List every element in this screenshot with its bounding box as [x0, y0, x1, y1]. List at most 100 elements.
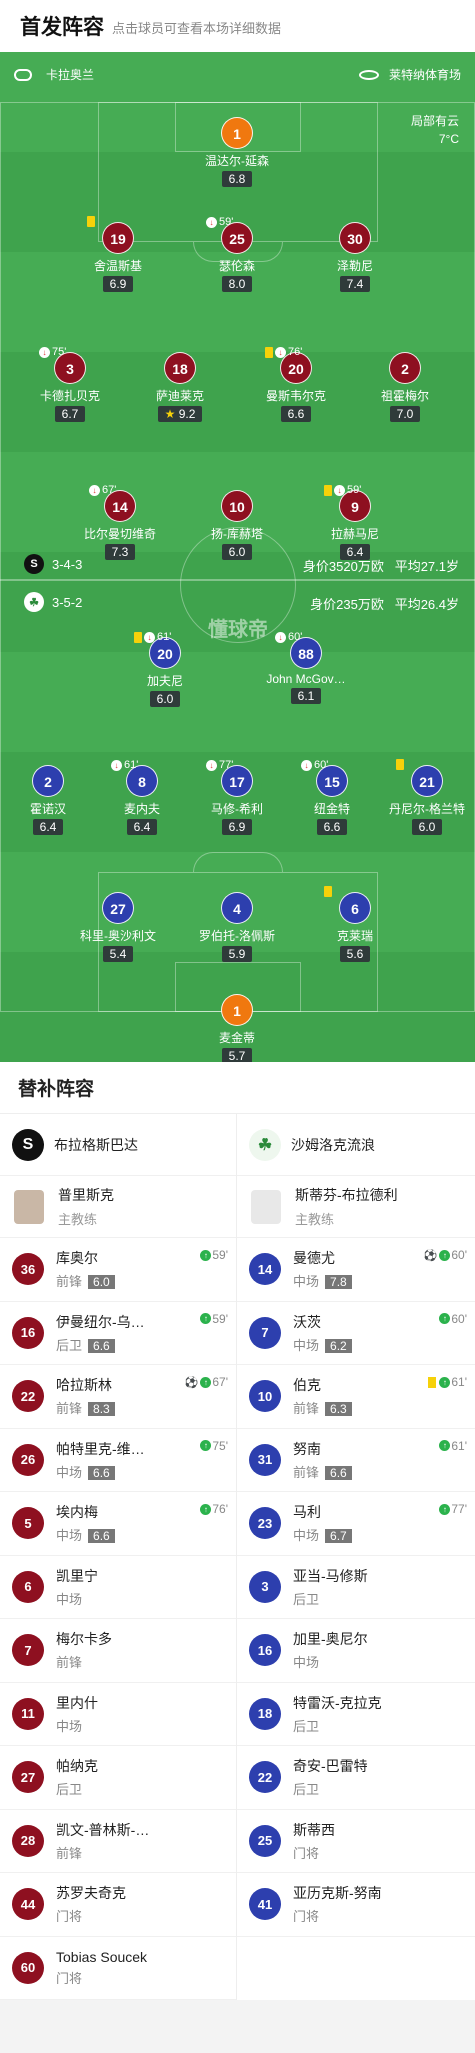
- player-away[interactable]: 21 丹尼尔-格兰特 6.0: [372, 759, 475, 836]
- player-home[interactable]: 18 萨迪莱克 ★ 9.2: [125, 352, 235, 423]
- sub-player-row[interactable]: 22 奇安-巴雷特 后卫: [237, 1746, 475, 1810]
- player-number: 19: [102, 222, 134, 254]
- player-name: 曼斯韦尔克: [265, 389, 326, 403]
- player-home[interactable]: 14 ↓ 67' 比尔曼切维奇 7.3: [65, 484, 175, 561]
- rating-value: 7.0: [396, 407, 414, 421]
- sub-in-time: 60': [451, 1311, 467, 1326]
- player-away[interactable]: 88 ↓ 60' John McGov… 6.1: [251, 631, 361, 705]
- player-home[interactable]: 20 ↓ 76' 曼斯韦尔克 6.6: [241, 346, 351, 423]
- rating-value: 8.0: [228, 277, 246, 291]
- stadium-name: 莱特纳体育场: [388, 68, 461, 82]
- sub-position: 前锋 8.3: [56, 1398, 115, 1417]
- sub-number: 11: [12, 1697, 44, 1730]
- sub-player-row[interactable]: 36 库奥尔 前锋 6.0 ↑ 59': [0, 1238, 236, 1302]
- sub-in-icon: ↑: [439, 1249, 451, 1261]
- away-team-name: 沙姆洛克流浪: [291, 1136, 375, 1153]
- sub-name: 马利: [293, 1504, 321, 1521]
- player-away[interactable]: 27 科里-奥沙利文 5.4: [63, 892, 173, 963]
- player-away[interactable]: 15 ↓ 60' 纽金特 6.6: [277, 759, 387, 836]
- player-away[interactable]: 17 ↓ 77' 马修-希利 6.9: [182, 759, 292, 836]
- sub-time: 61': [157, 631, 172, 643]
- away-coach[interactable]: 斯蒂芬-布拉德利 主教练: [237, 1176, 475, 1238]
- player-home[interactable]: 1 温达尔-延森 6.8: [182, 117, 292, 188]
- player-name: 泽勒尼: [336, 259, 373, 273]
- player-rating: 7.4: [339, 276, 371, 292]
- sub-position: 中场 6.2: [293, 1335, 352, 1354]
- sub-player-row[interactable]: 41 亚历克斯-努南 门将: [237, 1873, 475, 1937]
- player-home[interactable]: 25 ↓ 59' 瑟伦森 8.0: [182, 216, 292, 293]
- player-away[interactable]: 4 罗伯托-洛佩斯 5.9: [182, 892, 292, 963]
- sub-player-row[interactable]: 7 沃茨 中场 6.2 ↑ 60': [237, 1302, 475, 1365]
- sub-player-row[interactable]: 28 凯文-普林斯-… 前锋: [0, 1810, 236, 1873]
- sub-position-text: 前锋: [56, 1401, 83, 1417]
- player-number: 27: [102, 892, 134, 924]
- sub-player-row[interactable]: 3 亚当-马修斯 后卫: [237, 1556, 475, 1619]
- sub-rating: 6.2: [325, 1338, 352, 1353]
- sub-player-row[interactable]: 44 苏罗夫奇克 门将: [0, 1873, 236, 1937]
- home-team-header[interactable]: S 布拉格斯巴达: [0, 1114, 236, 1176]
- home-value-text: 身价3520万欧: [302, 559, 384, 574]
- sub-out-icon: ↓: [334, 484, 345, 496]
- player-away[interactable]: 8 ↓ 61' 麦内夫 6.4: [87, 759, 197, 836]
- player-rating: 6.7: [54, 406, 86, 422]
- player-rating: 6.6: [316, 819, 348, 835]
- sub-player-row[interactable]: 6 凯里宁 中场: [0, 1556, 236, 1619]
- sub-player-row[interactable]: 26 帕特里克-维… 中场 6.6 ↑ 75': [0, 1429, 236, 1492]
- sub-player-row[interactable]: 60 Tobias Soucek 门将: [0, 1937, 236, 2000]
- sub-number: 10: [249, 1380, 281, 1413]
- home-coach[interactable]: 普里斯克 主教练: [0, 1176, 236, 1238]
- player-name: 扬-库赫塔: [211, 527, 263, 541]
- rating-value: 6.6: [287, 407, 305, 421]
- sub-player-row[interactable]: 22 哈拉斯林 前锋 8.3 ⚽ ↑ 67': [0, 1365, 236, 1429]
- sub-position-text: 中场: [293, 1337, 320, 1353]
- away-value: 身价235万欧 平均26.4岁: [310, 594, 459, 613]
- player-away[interactable]: 6 克莱瑞 5.6: [300, 886, 410, 963]
- goal-icon: ⚽: [423, 1249, 438, 1262]
- rating-value: 5.6: [346, 947, 364, 961]
- sub-player-row[interactable]: 10 伯克 前锋 6.3 ↑ 61': [237, 1365, 475, 1429]
- sub-position-text: 前锋: [293, 1464, 320, 1480]
- player-rating: 5.7: [221, 1048, 253, 1062]
- player-rating: 8.0: [221, 276, 253, 292]
- player-home[interactable]: 30 泽勒尼 7.4: [300, 222, 410, 293]
- coach-role: 主教练: [295, 1212, 335, 1227]
- sub-player-row[interactable]: 31 努南 前锋 6.6 ↑ 61': [237, 1429, 475, 1492]
- sub-in-icon: ↑: [200, 1376, 212, 1388]
- sub-player-row[interactable]: 16 加里-奥尼尔 中场: [237, 1619, 475, 1683]
- sub-player-row[interactable]: 5 埃内梅 中场 6.6 ↑ 76': [0, 1492, 236, 1556]
- player-home[interactable]: 10 扬-库赫塔 6.0: [182, 490, 292, 561]
- sub-number: 22: [249, 1761, 281, 1794]
- sub-name: 特雷沃-克拉克: [293, 1694, 382, 1711]
- rating-value: 7.3: [111, 545, 129, 559]
- sub-position-text: 中场: [56, 1591, 83, 1607]
- sub-out-icon: ↓: [144, 631, 155, 643]
- sub-position-text: 中场: [293, 1528, 320, 1544]
- sub-player-row[interactable]: 25 斯蒂西 门将: [237, 1810, 475, 1873]
- away-team-header[interactable]: ☘ 沙姆洛克流浪: [237, 1114, 475, 1176]
- sub-in-time: 61': [451, 1438, 467, 1453]
- player-home[interactable]: 3 ↓ 75' 卡德扎贝克 6.7: [15, 346, 125, 423]
- sub-player-row[interactable]: 23 马利 中场 6.7 ↑ 77': [237, 1492, 475, 1556]
- player-rating: 6.4: [32, 819, 64, 835]
- sub-rating: 6.6: [88, 1338, 115, 1353]
- sub-position-text: 门将: [293, 1845, 320, 1861]
- rating-value: 6.1: [297, 689, 315, 703]
- player-away[interactable]: 20 ↓ 61' 加夫尼 6.0: [110, 631, 220, 708]
- player-home[interactable]: 9 ↓ 59' 拉赫马尼 6.4: [300, 484, 410, 561]
- sub-position-text: 门将: [293, 1909, 320, 1925]
- sub-player-row[interactable]: 18 特雷沃-克拉克 后卫: [237, 1683, 475, 1746]
- sub-player-row[interactable]: 27 帕纳克 后卫: [0, 1746, 236, 1810]
- rating-value: 6.7: [61, 407, 79, 421]
- sub-name: 梅尔卡多: [56, 1631, 112, 1648]
- player-name: John McGov…: [266, 672, 346, 686]
- player-away[interactable]: 1 麦金蒂 5.7: [182, 994, 292, 1062]
- sub-player-row[interactable]: 7 梅尔卡多 前锋: [0, 1619, 236, 1683]
- player-home[interactable]: 2 祖霍梅尔 7.0: [350, 352, 460, 423]
- sub-player-row[interactable]: 16 伊曼纽尔-乌… 后卫 6.6 ↑ 59': [0, 1302, 236, 1365]
- sub-name: 加里-奥尼尔: [293, 1631, 368, 1648]
- player-name: 丹尼尔-格兰特: [389, 802, 465, 816]
- sub-player-row[interactable]: 11 里内什 中场: [0, 1683, 236, 1746]
- sub-number: 25: [249, 1824, 281, 1857]
- player-home[interactable]: 19 舍温斯基 6.9: [63, 216, 173, 293]
- sub-player-row[interactable]: 14 曼德尤 中场 7.8 ⚽ ↑ 60': [237, 1238, 475, 1302]
